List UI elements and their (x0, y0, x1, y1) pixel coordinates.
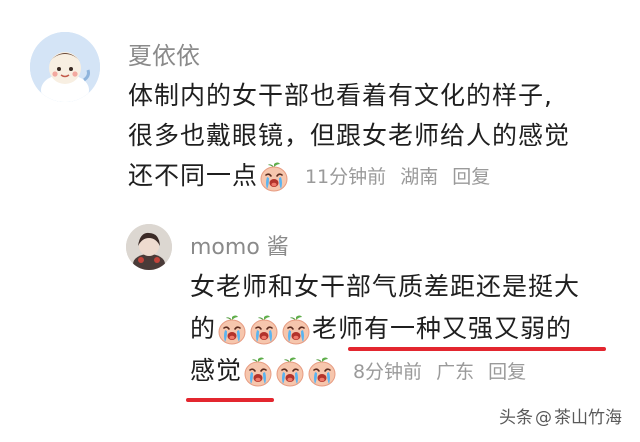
photo-avatar-icon[interactable] (126, 224, 172, 270)
reply-location: 广东 (436, 361, 475, 383)
reply-line: 感觉 8分钟前 广东 回复 (190, 350, 580, 393)
crying-face-emoji-icon (248, 314, 280, 346)
highlight-underline (348, 347, 606, 351)
watermark: 头条 @ 茶山竹海 (499, 403, 622, 428)
reply-button[interactable]: 回复 (452, 166, 490, 188)
comment-username[interactable]: 夏依依 (128, 36, 200, 71)
crying-face-emoji-icon (258, 161, 290, 193)
reply-line-text: 感觉 (190, 356, 243, 385)
crying-face-emoji-icon (274, 356, 306, 388)
crying-face-emoji-icon (306, 356, 338, 388)
comment-line: 很多也戴眼镜，但跟女老师给人的感觉 (128, 121, 571, 150)
reply-line: 女老师和女干部气质差距还是挺大 (190, 272, 581, 301)
reply-line: 的 老师有一种又强又弱的 (190, 308, 580, 350)
reply-time: 8分钟前 (352, 361, 423, 383)
reply-line-text: 的 (190, 314, 217, 343)
watermark-author: 茶山竹海 (554, 408, 622, 428)
reply-body: 女老师和女干部气质差距还是挺大 的 老师有一种又强又弱的 感觉 8分钟前 广东 回… (190, 266, 580, 393)
reply-button[interactable]: 回复 (488, 361, 526, 383)
highlight-underline (186, 398, 274, 402)
comment-line-text: 还不同一点 (128, 161, 259, 190)
reply-username[interactable]: momo 酱 (190, 229, 289, 261)
watermark-at: @ (535, 408, 552, 428)
watermark-platform: 头条 (499, 408, 533, 428)
comment-body: 体制内的女干部也看着有文化的样子, 很多也戴眼镜，但跟女老师给人的感觉 还不同一… (128, 76, 570, 197)
crying-face-emoji-icon (242, 356, 274, 388)
comment-location: 湖南 (400, 166, 439, 188)
comment-line: 还不同一点 11分钟前 湖南 回复 (128, 156, 570, 197)
comment-meta: 11分钟前 湖南 回复 (305, 166, 490, 188)
crying-face-emoji-icon (216, 314, 248, 346)
crying-face-emoji-icon (280, 314, 312, 346)
cartoon-avatar-icon[interactable] (30, 32, 100, 102)
reply-meta: 8分钟前 广东 回复 (353, 361, 526, 383)
comment-line: 体制内的女干部也看着有文化的样子, (128, 81, 553, 110)
comment-time: 11分钟前 (304, 166, 387, 188)
reply-line-text: 老师有一种又强又弱的 (312, 314, 573, 343)
